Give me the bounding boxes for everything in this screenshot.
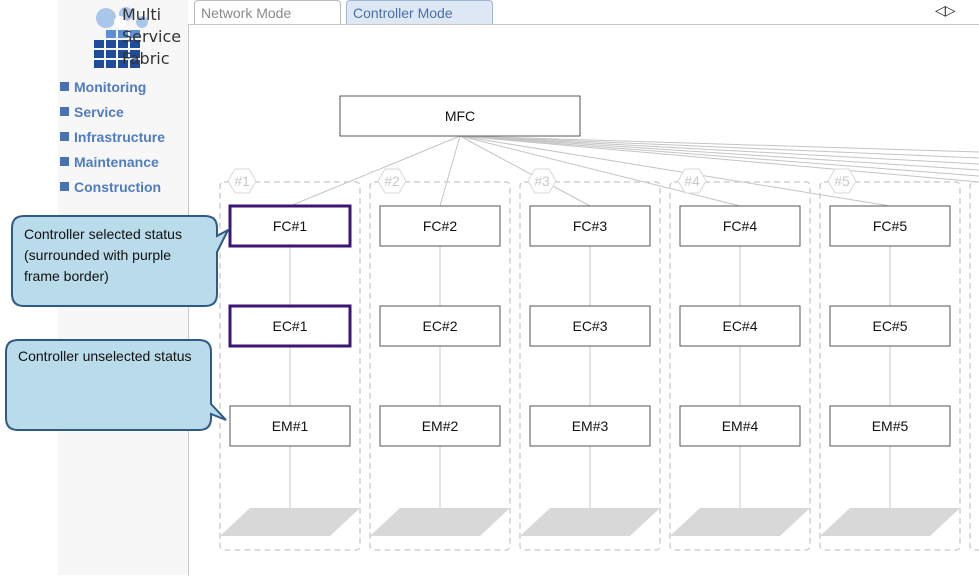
callout-unselected: Controller unselected status [6, 340, 211, 430]
callout-selected-text: Controller selected status (surrounded w… [24, 226, 182, 284]
callout-selected: Controller selected status (surrounded w… [12, 216, 217, 306]
callout-unselected-text: Controller unselected status [18, 348, 192, 364]
